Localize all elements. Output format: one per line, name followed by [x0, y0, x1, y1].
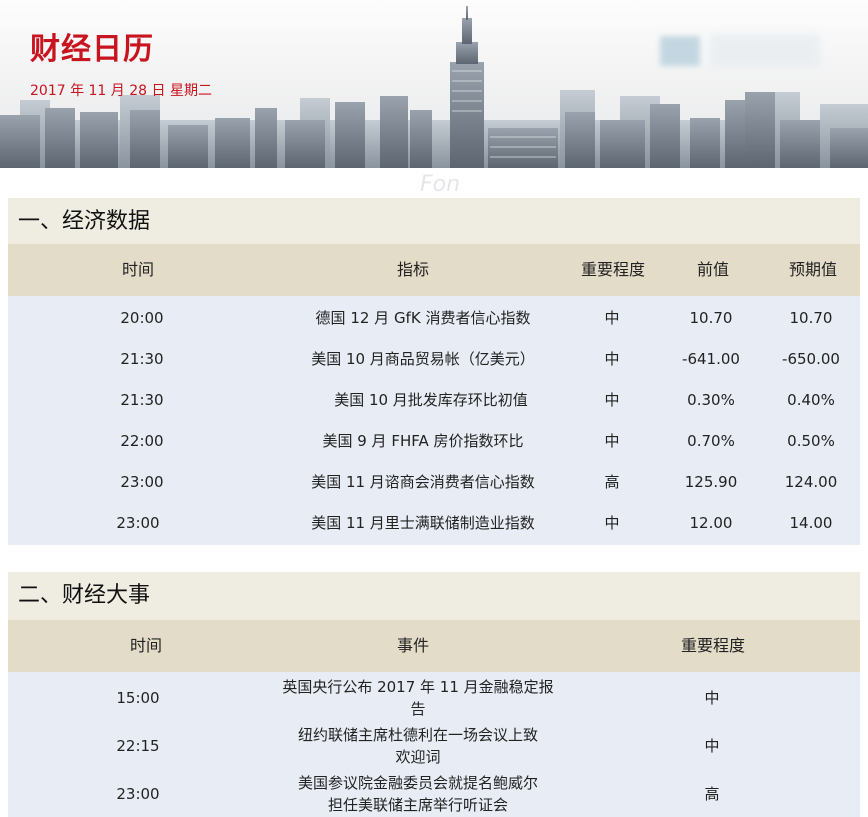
table-row: 21:30 美国 10 月商品贸易帐（亿美元） 中 -641.00 -650.0…: [8, 339, 860, 380]
row-previous: 12.00: [689, 514, 733, 532]
table-row: 23:00 美国参议院金融委员会就提名鲍威尔 担任美联储主席举行听证会 高: [8, 770, 860, 817]
row-forecast: 14.00: [789, 514, 833, 532]
row-forecast: 0.40%: [787, 391, 835, 409]
row-time: 20:00: [120, 309, 164, 327]
blurred-logo-mark: [660, 36, 700, 66]
row-importance: 高: [604, 473, 620, 491]
column-header-importance: 重要程度: [680, 636, 745, 655]
table-row: 23:00 美国 11 月谘商会消费者信心指数 高 125.90 124.00: [8, 462, 860, 503]
table-row: 15:00 英国央行公布 2017 年 11 月金融稳定报 告 中: [8, 674, 860, 722]
row-importance: 中: [604, 432, 620, 450]
row-event: 美国参议院金融委员会就提名鲍威尔 担任美联储主席举行听证会: [258, 770, 578, 816]
row-previous: -641.00: [682, 350, 740, 368]
row-event-line2: 担任美联储主席举行听证会: [327, 796, 508, 814]
row-forecast: -650.00: [782, 350, 840, 368]
row-previous: 0.30%: [687, 391, 735, 409]
row-indicator: 美国 9 月 FHFA 房价指数环比: [322, 432, 524, 450]
row-time: 23:00: [116, 785, 160, 803]
row-importance: 高: [704, 785, 720, 803]
row-forecast: 124.00: [784, 473, 838, 491]
row-event-line2: 告: [410, 700, 426, 718]
row-previous: 125.90: [684, 473, 738, 491]
economic-table-header: 时间 指标 重要程度 前值 预期值: [8, 244, 860, 296]
row-event-line1: 英国央行公布 2017 年 11 月金融稳定报: [282, 678, 554, 696]
row-forecast: 10.70: [789, 309, 833, 327]
header-banner: 财经日历 2017 年 11 月 28 日 星期二: [0, 0, 868, 168]
section-title-financial-events: 二、财经大事: [8, 572, 860, 620]
table-row: 22:00 美国 9 月 FHFA 房价指数环比 中 0.70% 0.50%: [8, 421, 860, 462]
row-importance: 中: [704, 689, 720, 707]
row-time: 22:15: [116, 737, 160, 755]
row-time: 23:00: [116, 514, 160, 532]
row-event-line1: 美国参议院金融委员会就提名鲍威尔: [297, 774, 538, 792]
events-table-header: 时间 事件 重要程度: [8, 620, 860, 672]
economic-table-body: 20:00 德国 12 月 GfK 消费者信心指数 中 10.70 10.70 …: [8, 296, 860, 545]
row-previous: 10.70: [689, 309, 733, 327]
table-row: 20:00 德国 12 月 GfK 消费者信心指数 中 10.70 10.70: [8, 298, 860, 339]
column-header-importance: 重要程度: [580, 260, 645, 279]
row-event: 纽约联储主席杜德利在一场会议上致 欢迎词: [258, 722, 578, 768]
column-header-event: 事件: [396, 636, 429, 655]
row-importance: 中: [704, 737, 720, 755]
blurred-logo-text: [710, 34, 820, 68]
column-header-indicator: 指标: [396, 260, 429, 279]
row-importance: 中: [604, 514, 620, 532]
row-indicator: 美国 11 月谘商会消费者信心指数: [311, 473, 535, 491]
column-header-previous: 前值: [696, 260, 729, 279]
column-header-time: 时间: [121, 260, 154, 279]
row-indicator: 德国 12 月 GfK 消费者信心指数: [315, 309, 531, 327]
row-event: 英国央行公布 2017 年 11 月金融稳定报 告: [258, 674, 578, 720]
row-time: 21:30: [120, 350, 164, 368]
row-importance: 中: [604, 309, 620, 327]
row-time: 23:00: [120, 473, 164, 491]
row-time: 15:00: [116, 689, 160, 707]
row-previous: 0.70%: [687, 432, 735, 450]
row-importance: 中: [604, 350, 620, 368]
table-row: 21:30 美国 10 月批发库存环比初值 中 0.30% 0.40%: [8, 380, 860, 421]
row-time: 21:30: [120, 391, 164, 409]
page-date: 2017 年 11 月 28 日 星期二: [30, 83, 212, 99]
row-indicator: 美国 10 月批发库存环比初值: [334, 391, 528, 409]
events-table-body: 15:00 英国央行公布 2017 年 11 月金融稳定报 告 中 22:15 …: [8, 672, 860, 817]
row-forecast: 0.50%: [787, 432, 835, 450]
row-time: 22:00: [120, 432, 164, 450]
column-header-forecast: 预期值: [788, 260, 837, 279]
row-event-line1: 纽约联储主席杜德利在一场会议上致: [297, 726, 538, 744]
row-indicator: 美国 11 月里士满联储制造业指数: [311, 514, 535, 532]
column-header-time: 时间: [129, 636, 162, 655]
table-row: 23:00 美国 11 月里士满联储制造业指数 中 12.00 14.00: [8, 503, 860, 544]
row-indicator: 美国 10 月商品贸易帐（亿美元）: [311, 350, 535, 368]
row-importance: 中: [604, 391, 620, 409]
row-event-line2: 欢迎词: [395, 748, 441, 766]
section-title-economic-data: 一、经济数据: [8, 198, 860, 246]
watermark-text: Fon: [420, 172, 461, 197]
table-row: 22:15 纽约联储主席杜德利在一场会议上致 欢迎词 中: [8, 722, 860, 770]
page-title: 财经日历: [30, 32, 154, 67]
